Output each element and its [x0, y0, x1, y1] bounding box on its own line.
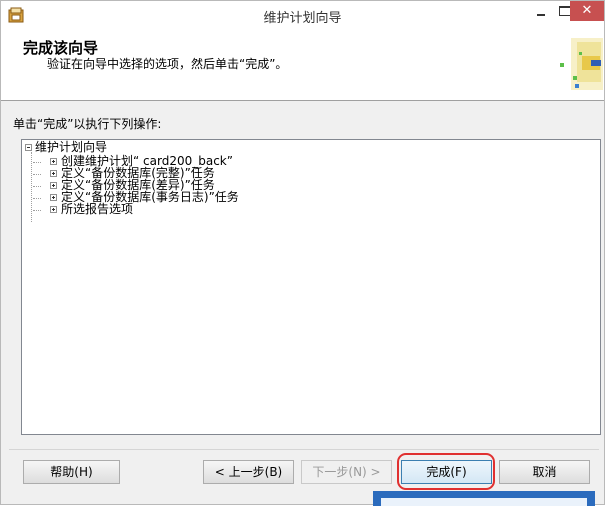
cancel-button[interactable]: 取消 [499, 460, 590, 484]
next-button[interactable]: 下一步(N) > [301, 460, 392, 484]
footer-divider [9, 449, 599, 450]
expand-icon[interactable] [50, 170, 57, 177]
collapse-icon[interactable] [25, 144, 32, 151]
tree-item[interactable]: 所选报告选项 [61, 203, 133, 216]
title-bar: 维护计划向导 ✕ [1, 1, 604, 30]
minimize-button[interactable] [534, 7, 548, 21]
wizard-banner-icon [560, 38, 603, 90]
instruction-text: 单击“完成”以执行下列操作: [13, 117, 162, 131]
finish-highlight-ring [397, 453, 495, 490]
popup-window [373, 491, 595, 506]
actions-tree[interactable]: 维护计划向导 创建维护计划“ card200_back” 定义“备份数据库(完整… [21, 139, 601, 435]
page-subtitle: 验证在向导中选择的选项，然后单击“完成”。 [47, 57, 288, 71]
expand-icon[interactable] [50, 158, 57, 165]
expand-icon[interactable] [50, 206, 57, 213]
expand-icon[interactable] [50, 194, 57, 201]
wizard-header: 完成该向导 验证在向导中选择的选项，然后单击“完成”。 [1, 30, 604, 101]
window-title: 维护计划向导 [263, 11, 342, 26]
back-button[interactable]: < 上一步(B) [203, 460, 294, 484]
tree-root[interactable]: 维护计划向导 [35, 141, 107, 154]
help-button[interactable]: 帮助(H) [23, 460, 120, 484]
wizard-window: 维护计划向导 ✕ 完成该向导 验证在向导中选择的选项，然后单击“完成”。 单击“… [0, 0, 605, 506]
expand-icon[interactable] [50, 182, 57, 189]
close-button[interactable]: ✕ [570, 1, 604, 21]
